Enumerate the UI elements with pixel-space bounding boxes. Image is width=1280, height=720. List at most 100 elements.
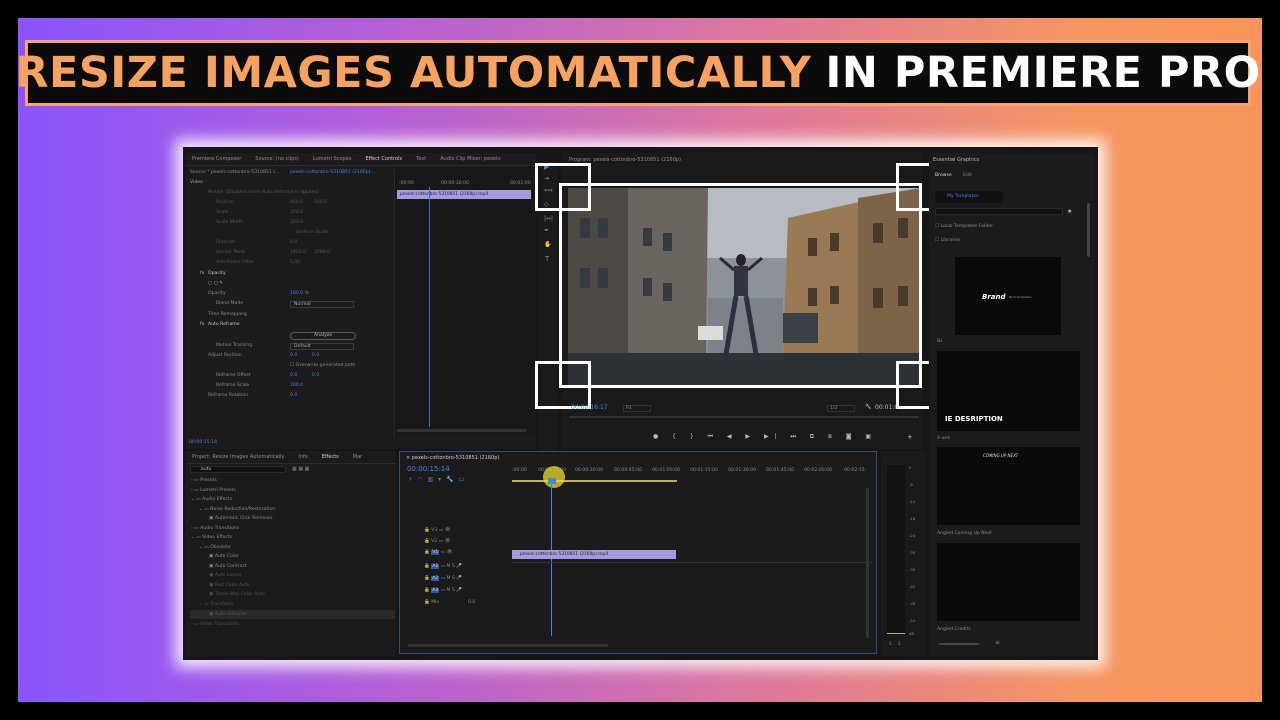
effects-list-item[interactable]: › ▭ Lumetri Presets <box>191 488 236 493</box>
tab-lumetri-scopes[interactable]: Lumetri Scopes <box>313 156 352 162</box>
track-v2-label[interactable]: 🔒 V2 ▭ 👁 <box>424 539 450 544</box>
reframe-scale-value[interactable]: 100.0 <box>290 383 303 388</box>
adjust-position-x[interactable]: 0.0 <box>290 353 297 358</box>
eg-tab-edit[interactable]: Edit <box>963 173 972 178</box>
eg-search-input[interactable] <box>935 208 1063 215</box>
work-area-bar[interactable] <box>512 480 677 482</box>
motion-tracking-select[interactable]: Default <box>290 343 354 350</box>
reframe-scale-label: Reframe Scale <box>216 383 250 388</box>
analyze-button[interactable]: Analyze <box>290 332 356 340</box>
eg-scrollbar[interactable] <box>1087 203 1090 257</box>
credits-template-thumb[interactable] <box>937 543 1080 621</box>
type-tool-icon[interactable]: T <box>545 255 549 263</box>
blend-mode-select[interactable]: Normal <box>290 301 354 308</box>
coming-up-template-thumb[interactable]: COMING UP NEXT <box>937 447 1080 525</box>
tab-effect-controls[interactable]: Effect Controls <box>365 156 402 162</box>
effects-list-item[interactable]: ⌄ ▭ Noise Reduction/Restoration <box>199 507 275 512</box>
track-a3-label[interactable]: 🔒 A3 ▭ M S 🎤 <box>424 588 462 593</box>
ruler-tick: 00:02:15: <box>844 468 867 473</box>
tab-source[interactable]: Source: (no clips) <box>255 156 298 162</box>
time-remapping[interactable]: Time Remapping <box>208 312 247 317</box>
timeline-playhead[interactable] <box>551 484 552 636</box>
eg-tab-browse[interactable]: Browse <box>935 173 952 178</box>
effect-controls-timecode[interactable]: 00:00:15:14 <box>189 440 217 445</box>
effects-search-input[interactable]: auto <box>190 466 286 473</box>
list-view-icon[interactable]: ≡ <box>995 639 1000 646</box>
auto-reframe-section[interactable]: Auto Reframe <box>208 322 240 327</box>
track-a1-label[interactable]: 🔒 A1 ▭ M S 🎤 <box>424 564 462 569</box>
local-templates-checkbox[interactable]: ☐ Local Templates Folder <box>935 224 993 229</box>
wrench-icon[interactable]: 🔧 <box>865 404 871 410</box>
tab-effects[interactable]: Effects <box>322 454 339 460</box>
timeline-timecode[interactable]: 00:00:15:14 <box>407 465 450 473</box>
timeline-horizontal-scrollbar[interactable] <box>408 644 608 647</box>
meter-solo-button[interactable]: S <box>889 641 892 646</box>
description-template-thumb[interactable]: IE DESRIPTION <box>937 351 1080 431</box>
timeline-vertical-scrollbar[interactable] <box>866 488 869 638</box>
effects-list-item[interactable]: ⌄ ▭ Transform <box>199 602 233 607</box>
tab-text[interactable]: Text <box>416 156 426 162</box>
effects-list-item[interactable]: ▣ Auto Color <box>209 554 239 559</box>
effects-list-item[interactable]: › ▭ Presets <box>191 478 217 483</box>
meter-solo-button[interactable]: S <box>898 641 901 646</box>
effect-controls-timeline[interactable]: :00:00 00:00:30:00 00:01:00 pexels-cotto… <box>394 167 536 437</box>
fit-select[interactable]: Fit <box>623 405 651 412</box>
effects-list-item[interactable]: ▣ Automatic Click Remover <box>209 516 273 521</box>
reframe-rotation-value[interactable]: 0.0 <box>290 393 297 398</box>
effects-list-item[interactable]: › ▭ Audio Transitions <box>191 526 239 531</box>
effects-list-item[interactable]: ▣ Auto Levels <box>209 573 241 578</box>
overwrite-checkbox[interactable]: ☐ Overwrite generated path <box>290 363 355 368</box>
effects-list-item[interactable]: ▣ Fast Color Auto <box>209 583 250 588</box>
star-icon[interactable]: ★ <box>1067 208 1072 215</box>
opacity-value[interactable]: 100.0 % <box>290 291 309 296</box>
sequence-tab[interactable]: × pexels-cottonbro-5310851 (2160p) <box>406 455 499 461</box>
my-templates-toggle[interactable]: My Templates <box>935 191 1003 203</box>
source-label[interactable]: Source * pexels-cottonbro-5310851 (... <box>190 170 279 175</box>
slip-tool-icon[interactable]: |↔| <box>544 215 553 222</box>
effects-list-item[interactable]: ⌄ ▭ Audio Effects <box>191 497 232 502</box>
tab-info[interactable]: Info <box>298 454 307 460</box>
tab-project[interactable]: Project: Resize Images Automatically <box>192 454 284 460</box>
effects-list-item[interactable]: ⌄ ▭ Video Effects <box>191 535 232 540</box>
effects-list-item[interactable]: ⌄ ▭ Obsolete <box>199 545 231 550</box>
anchor-point-label: Anchor Point <box>216 250 246 255</box>
adjust-position-y[interactable]: 0.0 <box>312 353 319 358</box>
mini-clip[interactable]: pexels-cottonbro-5310851 (2160p).mp4 <box>397 190 531 199</box>
resolution-select[interactable]: 1/2 <box>827 405 855 412</box>
reframe-offset-y[interactable]: 0.0 <box>312 373 319 378</box>
opacity-section[interactable]: Opacity <box>208 271 226 276</box>
anchor-y: 1080.0 <box>314 250 331 255</box>
tab-audio-clip-mixer[interactable]: Audio Clip Mixer: pexels- <box>440 156 502 162</box>
mask-tools[interactable]: ○ □ ✎ <box>208 281 223 286</box>
track-v3-label[interactable]: 🔒 V3 ▭ 👁 <box>424 528 450 533</box>
eg-zoom-slider[interactable] <box>939 643 979 645</box>
effects-list-item[interactable]: ▣ Three-Way Color Auto <box>209 592 265 597</box>
clip-label[interactable]: pexels-cottonbro-5310851 (2160p)... <box>290 170 375 175</box>
tab-premiere-composer[interactable]: Premiere Composer <box>192 156 241 162</box>
brand-template-thumb[interactable]: Brand Bold templates <box>955 257 1061 335</box>
time-ruler[interactable]: :00:00 00:00:15:00 00:00:30:00 00:00:45:… <box>512 466 872 484</box>
track-a2-label[interactable]: 🔒 A2 ▭ M S 🎤 <box>424 576 462 581</box>
v1-clip[interactable]: pexels-cottonbro-5310851 (2160p).mp4 <box>512 550 676 559</box>
add-button-icon[interactable]: + <box>907 433 913 441</box>
effects-list-item[interactable]: › ▭ Video Transitions <box>191 622 239 627</box>
libraries-checkbox[interactable]: ☐ Libraries <box>935 238 960 243</box>
pen-tool-icon[interactable]: ✒ <box>544 227 549 234</box>
effects-filter-icons[interactable]: ▦ ▦ ▦ <box>292 466 309 472</box>
timeline-tools[interactable]: ⚡◠▥▾🔧▭ <box>408 476 469 483</box>
mini-scrollbar[interactable] <box>397 429 527 432</box>
track-v1-label[interactable]: 🔒 V1 ▭ 👁 <box>424 550 452 555</box>
reframe-offset-x[interactable]: 0.0 <box>290 373 297 378</box>
effects-list-item-selected[interactable]: ▣ Auto Reframe <box>209 612 246 617</box>
mix-track-label[interactable]: 🔒 Mix <box>424 600 439 605</box>
hand-tool-icon[interactable]: ✋ <box>544 241 551 248</box>
effects-list-item[interactable]: ▣ Auto Contrast <box>209 564 247 569</box>
tab-markers[interactable]: Mar <box>353 454 362 460</box>
program-scrubber[interactable] <box>569 416 919 418</box>
mix-value[interactable]: 0.0 <box>468 600 475 605</box>
program-timecode[interactable]: 00:00:16:17 <box>571 404 608 411</box>
section-video: Video <box>190 180 203 185</box>
playhead-handle[interactable] <box>548 478 556 484</box>
transport-controls[interactable]: ● { } ⏮ ◀ ▶ ▶| ⏭ ⧉ ⧈ ◙ ▣ <box>653 433 877 441</box>
mini-playhead[interactable] <box>429 187 430 427</box>
